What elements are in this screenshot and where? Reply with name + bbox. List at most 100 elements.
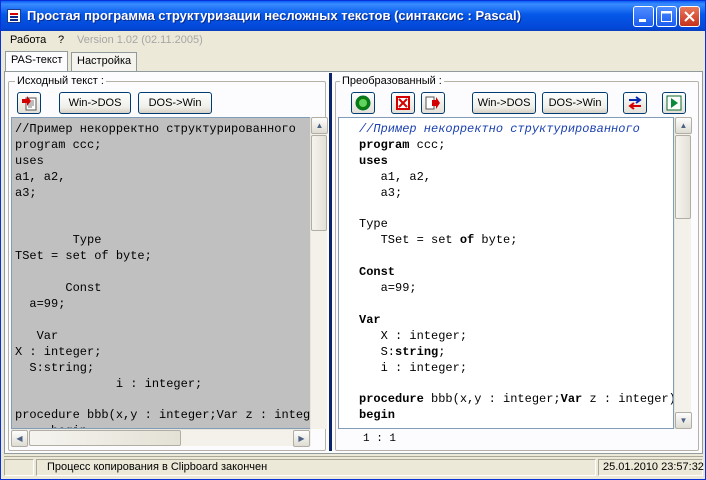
panel-splitter[interactable] — [329, 73, 332, 451]
result-code[interactable]: //Пример некорректно структурированного … — [359, 122, 674, 424]
dos-to-win-button-left[interactable]: DOS->Win — [138, 92, 212, 114]
result-code-line[interactable]: a3; — [359, 185, 403, 200]
scroll-thumb[interactable] — [311, 135, 327, 231]
run-icon — [355, 95, 371, 111]
code-token: byte; — [474, 233, 518, 248]
result-code-line[interactable]: X : integer; — [359, 329, 467, 343]
source-code-line[interactable]: S:string; — [15, 361, 94, 375]
source-code-line[interactable]: Var — [15, 329, 59, 343]
result-code-line[interactable]: a=99; — [359, 281, 417, 295]
result-code-line[interactable]: uses — [359, 154, 388, 168]
play-button[interactable] — [662, 92, 686, 114]
source-code-line[interactable]: a=99; — [15, 297, 65, 311]
source-code-line[interactable]: X : integer; — [15, 345, 101, 359]
close-button[interactable] — [679, 6, 700, 27]
keyword-token: Var — [560, 392, 583, 407]
source-code[interactable]: //Пример некорректно структурированного … — [15, 122, 310, 428]
status-spacer — [4, 459, 34, 476]
menu-item-help[interactable]: ? — [58, 34, 64, 46]
source-code-line[interactable]: procedure bbb(x,y : integer;Var z : inte… — [15, 408, 310, 422]
run-button[interactable] — [351, 92, 375, 114]
win-to-dos-button-right[interactable]: Win->DOS — [472, 92, 536, 114]
minimize-icon — [639, 19, 646, 22]
code-token: Type — [359, 217, 388, 232]
main-window: Простая программа структуризации несложн… — [0, 0, 706, 480]
result-code-line[interactable]: program ccc; — [359, 138, 445, 152]
code-token: S: — [359, 344, 396, 359]
source-text-label: Исходный текст : — [15, 75, 106, 87]
result-code-line[interactable]: a1, a2, — [359, 170, 431, 184]
result-code-line[interactable]: Const — [359, 265, 395, 279]
result-code-line[interactable]: begin — [359, 408, 395, 422]
swap-icon — [628, 96, 642, 110]
minimize-button[interactable] — [633, 6, 654, 27]
result-scroll-up-button[interactable]: ▲ — [675, 117, 692, 134]
source-editor[interactable]: //Пример некорректно структурированного … — [11, 117, 311, 429]
comment-token: //Пример некорректно структурированного — [359, 122, 640, 136]
source-vertical-scrollbar[interactable]: ▲ — [310, 117, 328, 429]
source-code-line[interactable]: uses — [15, 154, 44, 168]
keyword-token: uses — [359, 153, 388, 168]
result-code-line[interactable]: i : integer; — [359, 361, 467, 375]
source-code-line[interactable]: Const — [15, 281, 101, 295]
source-code-line[interactable]: //Пример некорректно структурированного — [15, 122, 296, 136]
result-code-line[interactable]: procedure bbb(x,y : integer;Var z : inte… — [359, 392, 674, 407]
result-editor[interactable]: //Пример некорректно структурированного … — [338, 117, 674, 429]
source-code-line[interactable]: a1, a2, — [15, 170, 65, 184]
keyword-token: of — [459, 233, 475, 248]
code-token: a3; — [359, 185, 403, 200]
export-icon — [425, 96, 440, 110]
scroll-up-button[interactable]: ▲ — [311, 117, 328, 134]
keyword-token: begin — [359, 408, 396, 423]
source-code-line[interactable]: Type — [15, 233, 102, 247]
status-message: Процесс копирования в Clipboard закончен — [36, 459, 596, 476]
code-token: ccc; — [409, 137, 446, 152]
version-label: Version 1.02 (02.11.2005) — [77, 34, 203, 46]
export-button[interactable] — [421, 92, 445, 114]
exit-icon — [396, 96, 410, 110]
keyword-token: Var — [359, 312, 381, 327]
source-code-line[interactable]: a3; — [15, 186, 37, 200]
code-token: ; — [438, 344, 446, 359]
source-code-line[interactable]: program ccc; — [15, 138, 101, 152]
status-bar: Процесс копирования в Clipboard закончен… — [4, 456, 704, 477]
app-icon[interactable] — [7, 9, 21, 23]
tab-settings[interactable]: Настройка — [71, 52, 138, 71]
result-scroll-thumb[interactable] — [675, 135, 691, 219]
maximize-button[interactable] — [656, 6, 677, 27]
code-token: bbb(x,y : integer; — [423, 392, 561, 407]
scroll-right-button[interactable]: ▶ — [293, 430, 310, 447]
dos-to-win-button-right[interactable]: DOS->Win — [542, 92, 608, 114]
menu-bar: Работа ? Version 1.02 (02.11.2005) — [1, 31, 705, 50]
exit-button[interactable] — [391, 92, 415, 114]
keyword-token: procedure — [359, 392, 424, 407]
play-icon — [666, 95, 682, 111]
keyword-token: string — [395, 344, 439, 359]
tab-pas-text[interactable]: PAS-текст — [5, 51, 69, 71]
paste-icon — [22, 96, 37, 111]
paste-button[interactable] — [17, 92, 41, 114]
win-to-dos-button-left[interactable]: Win->DOS — [59, 92, 131, 114]
close-icon — [684, 11, 695, 22]
code-token: z : integer); — [582, 392, 674, 407]
result-code-line[interactable]: //Пример некорректно структурированного — [359, 122, 640, 136]
result-code-line[interactable]: TSet = set of byte; — [359, 233, 518, 248]
h-scroll-thumb[interactable] — [29, 430, 181, 446]
source-horizontal-scrollbar[interactable]: ◀ ▶ — [11, 429, 311, 447]
title-bar[interactable]: Простая программа структуризации несложн… — [1, 1, 705, 31]
swap-button[interactable] — [623, 92, 647, 114]
result-vertical-scrollbar[interactable]: ▲ ▼ — [674, 117, 692, 429]
scroll-left-button[interactable]: ◀ — [11, 430, 28, 447]
result-code-line[interactable]: Type — [359, 217, 388, 231]
code-token: X : integer; — [359, 328, 468, 343]
result-code-line[interactable]: Var — [359, 313, 381, 327]
menu-item-work[interactable]: Работа — [10, 34, 46, 46]
code-token: TSet = set — [359, 233, 460, 248]
cursor-position: 1 : 1 — [363, 433, 397, 445]
code-token: a=99; — [359, 281, 417, 296]
result-scroll-down-button[interactable]: ▼ — [675, 412, 692, 429]
result-code-line[interactable]: S:string; — [359, 344, 446, 359]
source-code-line[interactable]: i : integer; — [15, 377, 202, 391]
source-code-line[interactable]: TSet = set of byte; — [15, 249, 152, 263]
code-token: a1, a2, — [359, 169, 432, 184]
